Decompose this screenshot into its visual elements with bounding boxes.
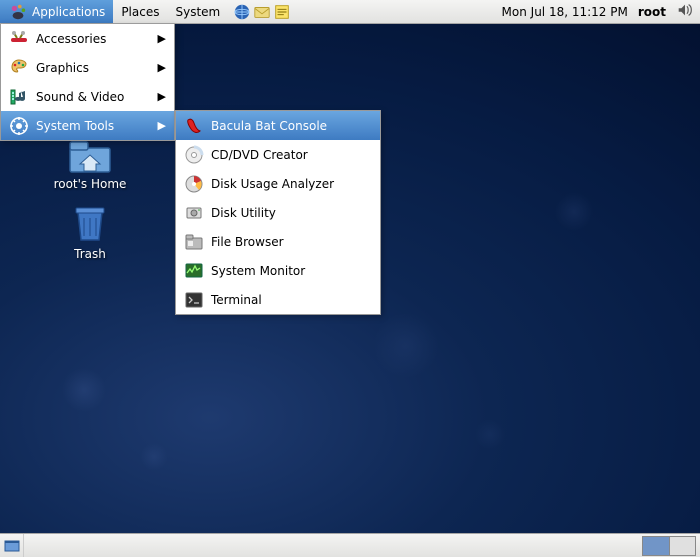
desktop-icon-label: Trash (74, 247, 106, 261)
desktop-icon-label: root's Home (54, 177, 127, 191)
notes-launcher-icon[interactable] (272, 2, 292, 22)
submenu-item-label: File Browser (211, 235, 284, 249)
applications-label: Applications (32, 5, 105, 19)
places-menu-button[interactable]: Places (113, 0, 167, 23)
menu-item-label: Graphics (36, 61, 89, 75)
accessories-icon (9, 29, 29, 49)
submenu-item-label: Bacula Bat Console (211, 119, 327, 133)
submenu-item-file-browser[interactable]: File Browser (176, 227, 380, 256)
submenu-item-label: Disk Usage Analyzer (211, 177, 334, 191)
chevron-right-icon: ▶ (158, 61, 166, 74)
system-tools-submenu: Bacula Bat Console CD/DVD Creator Disk U… (175, 110, 381, 315)
menu-item-label: Sound & Video (36, 90, 124, 104)
menu-item-system-tools[interactable]: System Tools ▶ (1, 111, 174, 140)
gnome-foot-icon (8, 2, 28, 22)
volume-icon[interactable] (676, 1, 694, 22)
top-panel: Applications Places System Mon Jul 18, 1… (0, 0, 700, 24)
sound-video-icon (9, 87, 29, 107)
submenu-item-label: CD/DVD Creator (211, 148, 308, 162)
menu-item-label: Accessories (36, 32, 106, 46)
chevron-right-icon: ▶ (158, 90, 166, 103)
system-tools-icon (9, 116, 29, 136)
disc-icon (184, 145, 204, 165)
disk-usage-icon (184, 174, 204, 194)
menu-item-label: System Tools (36, 119, 114, 133)
show-desktop-button[interactable] (0, 534, 24, 557)
disk-utility-icon (184, 203, 204, 223)
system-label: System (175, 5, 220, 19)
bacula-icon (184, 116, 204, 136)
submenu-item-disk-usage[interactable]: Disk Usage Analyzer (176, 169, 380, 198)
workspace-switcher[interactable] (642, 536, 696, 556)
submenu-item-terminal[interactable]: Terminal (176, 285, 380, 314)
user-menu[interactable]: root (638, 5, 666, 19)
submenu-item-label: System Monitor (211, 264, 305, 278)
submenu-item-label: Terminal (211, 293, 262, 307)
desktop-icon-trash[interactable]: Trash (45, 200, 135, 261)
trash-icon (66, 200, 114, 244)
menu-item-graphics[interactable]: Graphics ▶ (1, 53, 174, 82)
bottom-panel (0, 533, 700, 557)
applications-menu: Accessories ▶ Graphics ▶ Sound & Video ▶… (0, 24, 175, 141)
places-label: Places (121, 5, 159, 19)
workspace-1[interactable] (643, 537, 669, 555)
submenu-item-bacula[interactable]: Bacula Bat Console (176, 111, 380, 140)
applications-menu-button[interactable]: Applications (0, 0, 113, 23)
chevron-right-icon: ▶ (158, 32, 166, 45)
menu-item-accessories[interactable]: Accessories ▶ (1, 24, 174, 53)
terminal-icon (184, 290, 204, 310)
mail-launcher-icon[interactable] (252, 2, 272, 22)
submenu-item-cd-dvd[interactable]: CD/DVD Creator (176, 140, 380, 169)
workspace-2[interactable] (669, 537, 695, 555)
system-menu-button[interactable]: System (167, 0, 228, 23)
menu-item-sound-video[interactable]: Sound & Video ▶ (1, 82, 174, 111)
submenu-item-disk-utility[interactable]: Disk Utility (176, 198, 380, 227)
clock[interactable]: Mon Jul 18, 11:12 PM (502, 5, 628, 19)
chevron-right-icon: ▶ (158, 119, 166, 132)
browser-launcher-icon[interactable] (232, 2, 252, 22)
file-browser-icon (184, 232, 204, 252)
submenu-item-system-monitor[interactable]: System Monitor (176, 256, 380, 285)
graphics-icon (9, 58, 29, 78)
submenu-item-label: Disk Utility (211, 206, 276, 220)
system-monitor-icon (184, 261, 204, 281)
